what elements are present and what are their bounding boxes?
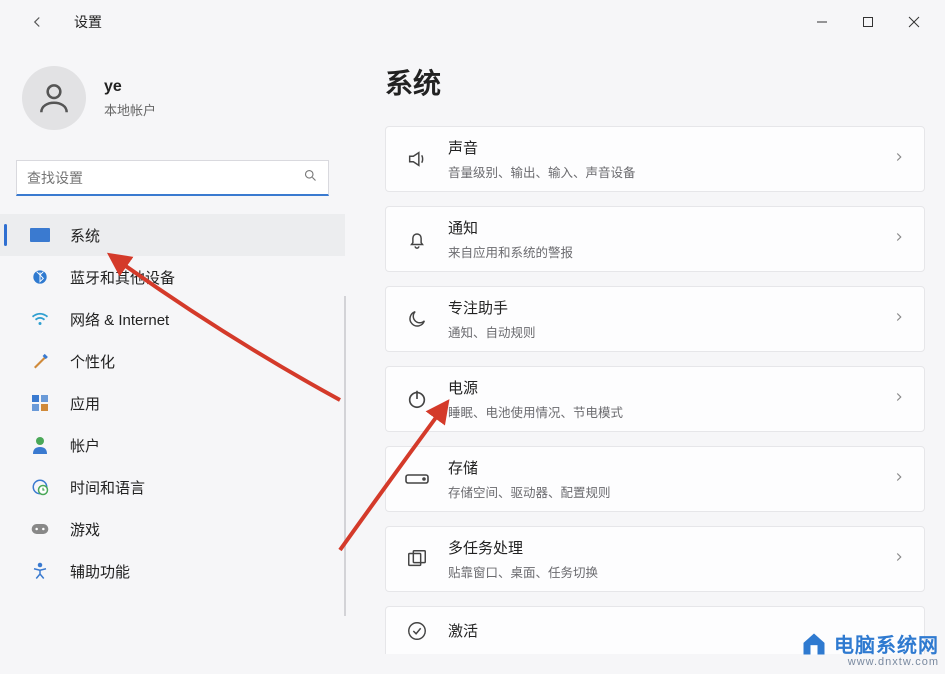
chevron-right-icon [892, 470, 906, 489]
card-title: 多任务处理 [448, 537, 892, 558]
card-subtitle: 存储空间、驱动器、配置规则 [448, 482, 892, 501]
main-panel: 系统 声音 音量级别、输出、输入、声音设备 通知 来自应用和系统的警报 专注助手… [345, 44, 945, 674]
avatar [22, 66, 86, 130]
page-title: 系统 [385, 62, 925, 102]
moon-icon [404, 306, 430, 332]
power-icon [404, 386, 430, 412]
house-icon [800, 630, 828, 658]
watermark: 电脑系统网 www.dnxtw.com [800, 629, 939, 668]
nav-list: 系统 蓝牙和其他设备 网络 & Internet 个性化 应用 帐户 [0, 214, 345, 592]
user-subtitle: 本地帐户 [104, 100, 156, 119]
watermark-title: 电脑系统网 [834, 629, 939, 658]
app-title: 设置 [74, 12, 102, 32]
sidebar: ye 本地帐户 系统 蓝牙和其他设备 网络 & I [0, 44, 345, 674]
nav-item-accessibility[interactable]: 辅助功能 [0, 550, 345, 592]
card-power[interactable]: 电源 睡眠、电池使用情况、节电模式 [385, 366, 925, 432]
close-button[interactable] [891, 5, 937, 39]
back-button[interactable] [22, 7, 52, 37]
chevron-right-icon [892, 550, 906, 569]
card-title: 声音 [448, 137, 892, 158]
storage-icon [404, 466, 430, 492]
card-storage[interactable]: 存储 存储空间、驱动器、配置规则 [385, 446, 925, 512]
nav-label: 应用 [70, 393, 100, 414]
chevron-right-icon [892, 390, 906, 409]
nav-item-accounts[interactable]: 帐户 [0, 424, 345, 466]
user-name: ye [104, 78, 156, 96]
card-title: 通知 [448, 217, 892, 238]
nav-label: 蓝牙和其他设备 [70, 267, 175, 288]
wifi-icon [30, 309, 50, 329]
card-subtitle: 来自应用和系统的警报 [448, 242, 892, 261]
card-focus-assist[interactable]: 专注助手 通知、自动规则 [385, 286, 925, 352]
card-subtitle: 贴靠窗口、桌面、任务切换 [448, 562, 892, 581]
check-circle-icon [404, 618, 430, 644]
nav-item-bluetooth[interactable]: 蓝牙和其他设备 [0, 256, 345, 298]
chevron-right-icon [892, 230, 906, 249]
nav-label: 系统 [70, 225, 100, 246]
card-subtitle: 音量级别、输出、输入、声音设备 [448, 162, 892, 181]
nav-item-gaming[interactable]: 游戏 [0, 508, 345, 550]
card-subtitle: 通知、自动规则 [448, 322, 892, 341]
user-block[interactable]: ye 本地帐户 [0, 56, 345, 152]
card-notifications[interactable]: 通知 来自应用和系统的警报 [385, 206, 925, 272]
maximize-icon [862, 16, 874, 28]
minimize-icon [816, 16, 828, 28]
arrow-left-icon [28, 13, 46, 31]
nav-item-personalization[interactable]: 个性化 [0, 340, 345, 382]
card-title: 电源 [448, 377, 892, 398]
chevron-right-icon [892, 150, 906, 169]
card-multitasking[interactable]: 多任务处理 贴靠窗口、桌面、任务切换 [385, 526, 925, 592]
nav-item-apps[interactable]: 应用 [0, 382, 345, 424]
chevron-right-icon [892, 310, 906, 329]
accessibility-icon [30, 561, 50, 581]
nav-label: 帐户 [70, 435, 100, 456]
maximize-button[interactable] [845, 5, 891, 39]
person-icon [35, 79, 73, 117]
card-sound[interactable]: 声音 音量级别、输出、输入、声音设备 [385, 126, 925, 192]
titlebar: 设置 [0, 0, 945, 44]
minimize-button[interactable] [799, 5, 845, 39]
gamepad-icon [30, 519, 50, 539]
globe-clock-icon [30, 477, 50, 497]
search-icon [303, 168, 318, 188]
nav-item-time-language[interactable]: 时间和语言 [0, 466, 345, 508]
search-box[interactable] [16, 160, 329, 196]
bell-icon [404, 226, 430, 252]
account-icon [30, 435, 50, 455]
card-title: 存储 [448, 457, 892, 478]
card-subtitle: 睡眠、电池使用情况、节电模式 [448, 402, 892, 421]
apps-icon [30, 393, 50, 413]
nav-label: 游戏 [70, 519, 100, 540]
nav-item-network[interactable]: 网络 & Internet [0, 298, 345, 340]
nav-label: 个性化 [70, 351, 115, 372]
speaker-icon [404, 146, 430, 172]
multitask-icon [404, 546, 430, 572]
bluetooth-icon [30, 267, 50, 287]
nav-label: 辅助功能 [70, 561, 130, 582]
card-title: 专注助手 [448, 297, 892, 318]
search-input[interactable] [27, 170, 303, 186]
brush-icon [30, 351, 50, 371]
nav-item-system[interactable]: 系统 [0, 214, 345, 256]
display-icon [30, 225, 50, 245]
close-icon [908, 16, 920, 28]
nav-label: 时间和语言 [70, 477, 145, 498]
nav-label: 网络 & Internet [70, 309, 169, 330]
